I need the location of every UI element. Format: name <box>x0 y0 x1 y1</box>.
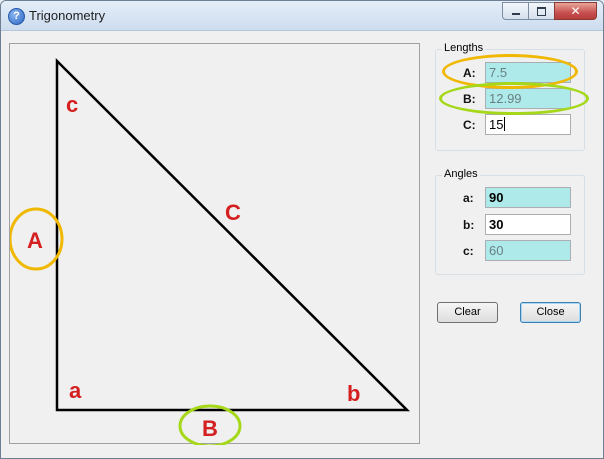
length-c-field[interactable]: 15 <box>485 114 571 135</box>
side-label-b: B <box>202 416 218 441</box>
triangle-diagram: c C A a b B <box>10 57 411 445</box>
angle-b-label: b: <box>463 218 475 232</box>
minimize-button[interactable] <box>502 2 528 20</box>
angle-label-b: b <box>347 381 360 406</box>
angle-a-field[interactable]: 90 <box>485 187 571 208</box>
trigonometry-window: ? Trigonometry ✕ c C A a b B Lengths A: … <box>0 0 604 459</box>
minimize-icon <box>511 12 520 15</box>
close-icon: ✕ <box>570 4 581 18</box>
maximize-button[interactable] <box>528 2 554 20</box>
side-label-c: C <box>225 200 241 225</box>
help-icon: ? <box>8 8 25 25</box>
highlight-length-b <box>439 82 589 115</box>
angle-c-field[interactable]: 60 <box>485 240 571 261</box>
window-controls: ✕ <box>502 2 597 21</box>
angle-a-label: a: <box>463 191 474 205</box>
clear-button[interactable]: Clear <box>437 302 498 323</box>
angle-c-label: c: <box>463 244 474 258</box>
window-title: Trigonometry <box>29 8 106 23</box>
angle-b-field[interactable]: 30 <box>485 214 571 235</box>
right-triangle <box>55 57 411 412</box>
angles-group-title: Angles <box>442 168 480 180</box>
lengths-group-title: Lengths <box>442 42 486 54</box>
length-c-label: C: <box>463 118 476 132</box>
angles-group: Angles a: 90 b: 30 c: 60 <box>435 168 585 275</box>
angle-label-a: a <box>69 378 82 403</box>
maximize-icon <box>537 6 546 16</box>
close-button[interactable]: Close <box>520 302 581 323</box>
side-label-a: A <box>27 228 43 253</box>
triangle-canvas: c C A a b B <box>9 43 420 445</box>
title-bar[interactable]: ? Trigonometry ✕ <box>1 1 603 31</box>
close-window-button[interactable]: ✕ <box>554 2 597 20</box>
angle-label-c: c <box>66 92 78 117</box>
